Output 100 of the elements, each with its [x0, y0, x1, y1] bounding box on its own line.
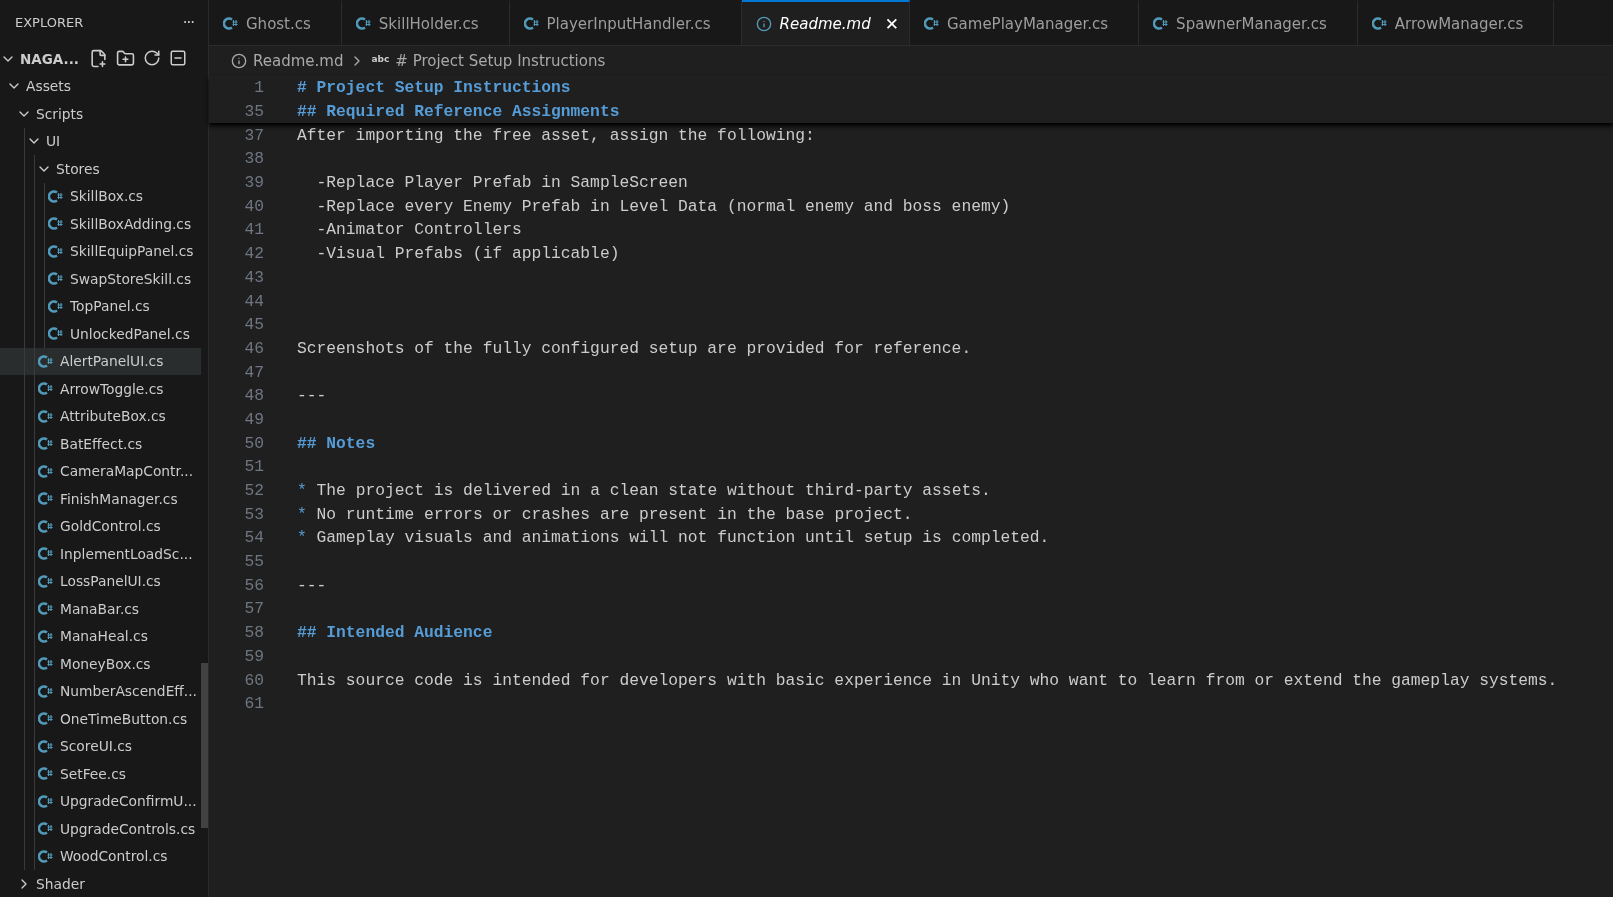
- code-text: -Replace every Enemy Prefab in Level Data (normal enemy and boss enemy): [315, 196, 1011, 216]
- bullet-marker: *: [297, 481, 307, 501]
- file-item[interactable]: LossPanelUI.cs: [0, 567, 201, 595]
- csharp-file-icon: [38, 849, 53, 863]
- line-number: 37: [243, 125, 264, 145]
- file-item[interactable]: SkillEquipPanel.cs: [0, 237, 201, 265]
- file-item[interactable]: AlertPanelUI.cs: [0, 347, 201, 375]
- more-actions-button[interactable]: ···: [182, 13, 194, 32]
- folder-item[interactable]: Assets: [0, 72, 201, 100]
- close-button[interactable]: ✕: [884, 13, 899, 34]
- csharp-file-icon: [1153, 17, 1169, 30]
- sidebar-title: EXPLORER: [15, 15, 84, 30]
- csharp-file-icon: [38, 354, 53, 368]
- file-item[interactable]: ScoreUI.cs: [0, 732, 201, 760]
- code-text: After importing the free asset, assign the following:: [297, 125, 815, 145]
- csharp-file-icon: [38, 547, 53, 561]
- csharp-file-icon: [38, 574, 53, 588]
- file-item[interactable]: SwapStoreSkill.cs: [0, 265, 201, 293]
- code-text: -Replace Player Prefab in SampleScreen: [315, 173, 688, 193]
- string-symbol-icon: abc: [371, 54, 390, 64]
- heading-text: # Project Setup Instructions: [297, 78, 571, 98]
- line-number: 48: [243, 386, 264, 406]
- csharp-file-icon: [48, 189, 63, 203]
- workspace-root[interactable]: NAGA...: [0, 45, 208, 73]
- folder-item[interactable]: Shader: [0, 870, 201, 897]
- info-icon: [231, 53, 247, 69]
- code-text: -Visual Prefabs (if applicable): [315, 244, 620, 264]
- folder-item[interactable]: UI: [0, 127, 201, 155]
- folder-item[interactable]: Scripts: [0, 100, 201, 128]
- line-number: 52: [243, 481, 264, 501]
- line-number: 40: [243, 196, 264, 216]
- csharp-file-icon: [355, 17, 371, 30]
- line-number: 45: [243, 315, 264, 335]
- csharp-file-icon: [223, 17, 238, 30]
- csharp-file-icon: [38, 519, 53, 533]
- file-item[interactable]: SkillBox.cs: [0, 182, 201, 210]
- file-item[interactable]: UpgradeConfirmU...: [0, 787, 201, 815]
- editor-tab[interactable]: Readme.md ✕: [741, 0, 910, 45]
- line-number: 60: [243, 670, 264, 690]
- file-item[interactable]: SkillBoxAdding.cs: [0, 210, 201, 238]
- collapse-all-icon[interactable]: [168, 49, 187, 68]
- file-item[interactable]: UnlockedPanel.cs: [0, 320, 201, 348]
- line-number: 42: [243, 244, 264, 264]
- file-item[interactable]: BatEffect.cs: [0, 430, 201, 458]
- line-number: 58: [243, 623, 264, 643]
- refresh-icon[interactable]: [142, 49, 161, 68]
- line-number: 54: [243, 528, 264, 548]
- file-item[interactable]: NumberAscendEff...: [0, 677, 201, 705]
- code-text: ---: [297, 575, 327, 595]
- code-text: The project is delivered in a clean state without third-party assets.: [316, 481, 991, 501]
- folder-item[interactable]: Stores: [0, 155, 201, 183]
- file-item[interactable]: InplementLoadSc...: [0, 540, 201, 568]
- csharp-file-icon: [48, 299, 63, 313]
- code-text: ---: [297, 386, 327, 406]
- file-item[interactable]: OneTimeButton.cs: [0, 705, 201, 733]
- file-item[interactable]: ManaBar.cs: [0, 595, 201, 623]
- line-number: 35: [243, 102, 264, 122]
- file-item[interactable]: CameraMapContr...: [0, 457, 201, 485]
- new-file-icon[interactable]: [88, 49, 108, 69]
- file-item[interactable]: ManaHeal.cs: [0, 622, 201, 650]
- file-item[interactable]: FinishManager.cs: [0, 485, 201, 513]
- new-folder-icon[interactable]: [115, 49, 135, 69]
- csharp-file-icon: [38, 409, 53, 423]
- csharp-file-icon: [923, 17, 939, 30]
- line-number: 57: [243, 599, 264, 619]
- csharp-file-icon: [48, 217, 63, 231]
- file-item[interactable]: MoneyBox.cs: [0, 650, 201, 678]
- file-item[interactable]: WoodControl.cs: [0, 842, 201, 870]
- scrollbar-thumb[interactable]: [201, 662, 208, 828]
- file-item[interactable]: AttributeBox.cs: [0, 402, 201, 430]
- csharp-file-icon: [48, 272, 63, 286]
- line-number: 41: [243, 220, 264, 240]
- csharp-file-icon: [38, 657, 53, 671]
- line-number: 61: [243, 694, 264, 714]
- heading-text: ## Intended Audience: [297, 623, 493, 643]
- csharp-file-icon: [38, 712, 53, 726]
- code-text: Screenshots of the fully configured setup are provided for reference.: [297, 338, 972, 358]
- line-number: 44: [243, 291, 264, 311]
- file-item[interactable]: ArrowToggle.cs: [0, 375, 201, 403]
- csharp-file-icon: [48, 244, 63, 258]
- line-number: 53: [243, 504, 264, 524]
- csharp-file-icon: [38, 464, 53, 478]
- line-number: 43: [243, 267, 264, 287]
- breadcrumb-item[interactable]: # Project Setup Instructions: [395, 52, 606, 70]
- csharp-file-icon: [38, 382, 53, 396]
- line-number: 38: [243, 149, 264, 169]
- file-item[interactable]: UpgradeControls.cs: [0, 815, 201, 843]
- csharp-file-icon: [38, 437, 53, 451]
- csharp-file-icon: [38, 794, 53, 808]
- heading-text: ## Required Reference Assignments: [297, 102, 620, 122]
- bullet-marker: *: [297, 528, 307, 548]
- csharp-file-icon: [38, 629, 53, 643]
- breadcrumb-item[interactable]: Readme.md: [253, 52, 344, 70]
- file-item[interactable]: GoldControl.cs: [0, 512, 201, 540]
- line-number: 50: [243, 433, 264, 453]
- csharp-file-icon: [38, 602, 53, 616]
- line-number: 51: [243, 457, 264, 477]
- file-item[interactable]: SetFee.cs: [0, 760, 201, 788]
- file-item[interactable]: TopPanel.cs: [0, 292, 201, 320]
- csharp-file-icon: [38, 767, 53, 781]
